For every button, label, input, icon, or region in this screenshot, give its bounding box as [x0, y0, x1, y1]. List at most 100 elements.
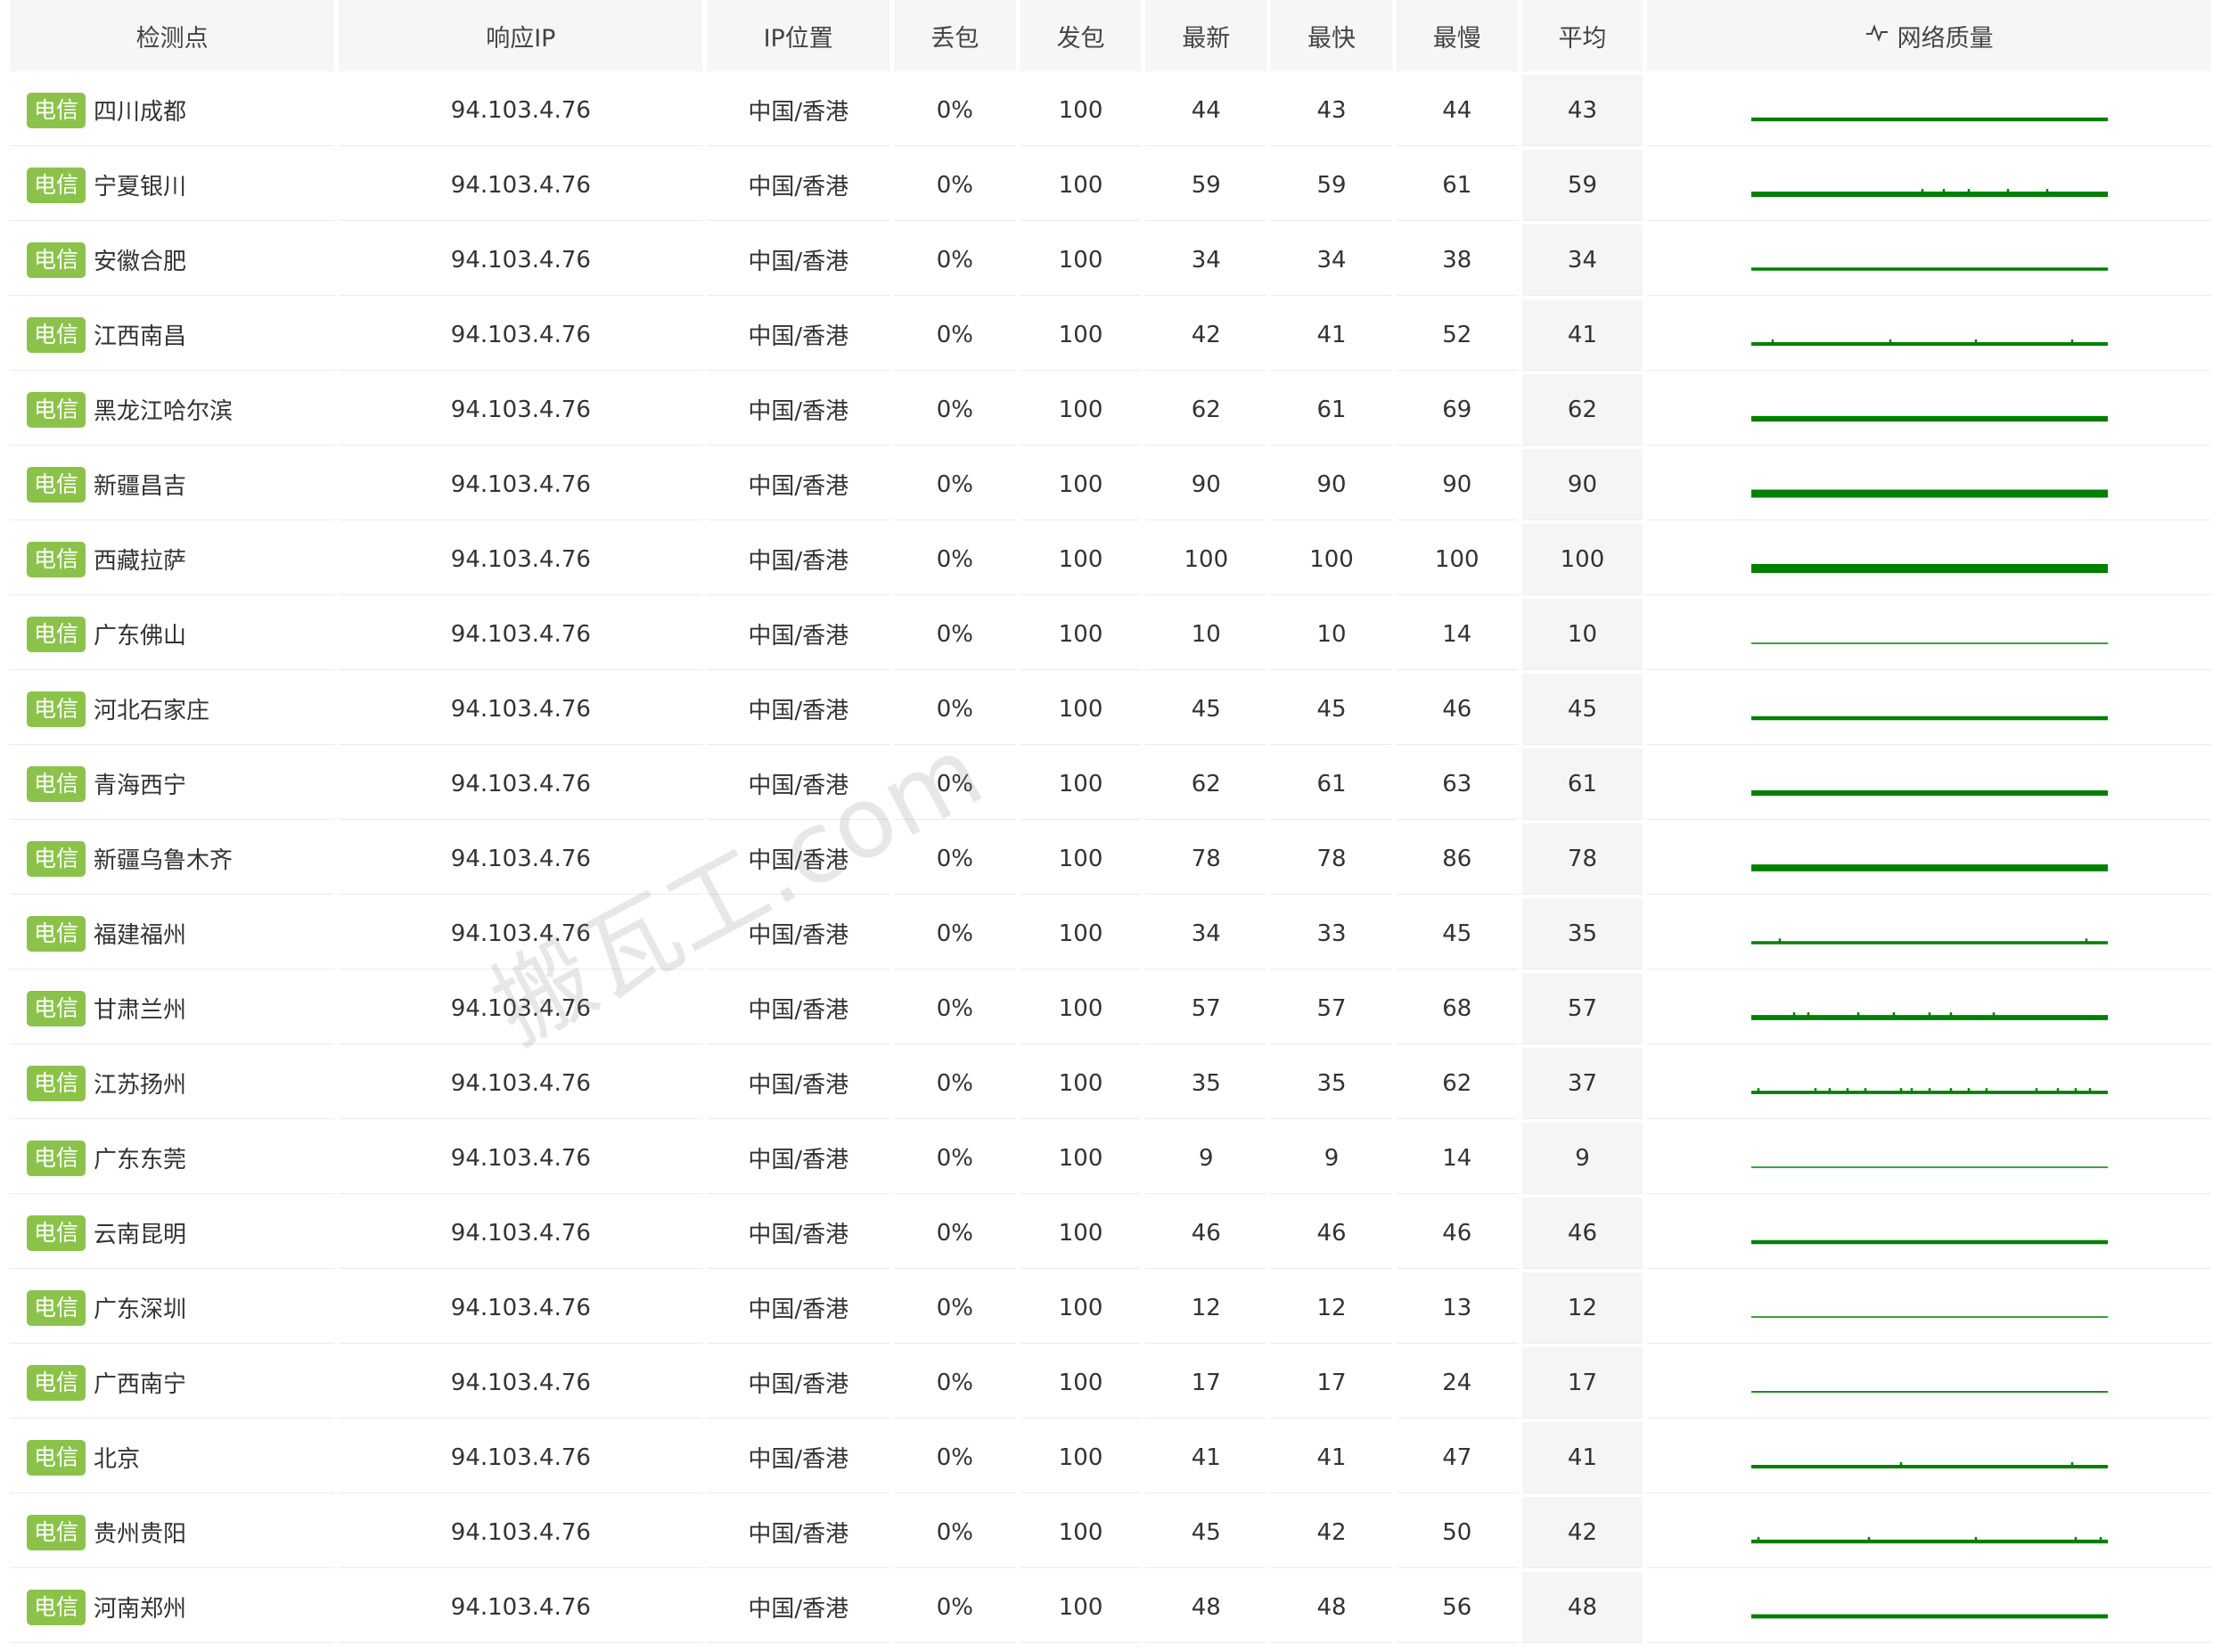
cell-average: 17 — [1521, 1347, 1643, 1419]
cell-ip: 94.103.4.76 — [339, 973, 703, 1044]
cell-slowest: 45 — [1396, 898, 1518, 969]
isp-badge: 电信 — [27, 167, 86, 203]
cell-average: 57 — [1521, 973, 1643, 1044]
cell-point: 电信 广东东莞 — [10, 1123, 335, 1194]
cell-loss: 0% — [894, 225, 1016, 296]
cell-quality — [1647, 75, 2212, 146]
table-row[interactable]: 电信 广东东莞 94.103.4.76 中国/香港 0% 100 9 9 14 9 — [10, 1123, 2212, 1198]
cell-average: 78 — [1521, 823, 1643, 895]
cell-location: 中国/香港 — [707, 748, 890, 820]
table-row[interactable]: 电信 广东佛山 94.103.4.76 中国/香港 0% 100 10 10 14 10 — [10, 599, 2212, 674]
cell-quality — [1647, 299, 2212, 371]
isp-badge: 电信 — [27, 1589, 86, 1625]
point-label: 广东深圳 — [94, 1296, 187, 1323]
quality-sparkline — [1750, 716, 2108, 720]
table-row[interactable]: 电信 河北石家庄 94.103.4.76 中国/香港 0% 100 45 45 46 45 — [10, 674, 2212, 748]
cell-loss: 0% — [894, 1198, 1016, 1269]
cell-average: 59 — [1521, 150, 1643, 221]
cell-loss: 0% — [894, 1497, 1016, 1568]
cell-slowest: 13 — [1396, 1272, 1518, 1344]
quality-sparkline — [1750, 863, 2108, 871]
table-row[interactable]: 电信 广西南宁 94.103.4.76 中国/香港 0% 100 17 17 24 17 — [10, 1347, 2212, 1422]
cell-ip: 94.103.4.76 — [339, 823, 703, 895]
cell-slowest: 46 — [1396, 674, 1518, 745]
quality-label: 网络质量 — [1897, 24, 1994, 53]
cell-location: 中国/香港 — [707, 374, 890, 446]
cell-fastest: 35 — [1271, 1048, 1392, 1119]
pulse-icon — [1865, 23, 1889, 48]
quality-sparkline — [1750, 1614, 2108, 1618]
isp-badge: 电信 — [27, 466, 86, 503]
table-row[interactable]: 电信 贵州贵阳 94.103.4.76 中国/香港 0% 100 45 42 50 42 — [10, 1497, 2212, 1572]
cell-average: 45 — [1521, 674, 1643, 745]
cell-sent: 100 — [1020, 1272, 1142, 1344]
point-label: 青海西宁 — [94, 773, 187, 799]
point-label: 西藏拉萨 — [94, 548, 187, 575]
cell-point: 电信 黑龙江哈尔滨 — [10, 374, 335, 446]
cell-location: 中国/香港 — [707, 1048, 890, 1119]
cell-point: 电信 贵州贵阳 — [10, 1497, 335, 1568]
cell-location: 中国/香港 — [707, 1198, 890, 1269]
cell-ip: 94.103.4.76 — [339, 1048, 703, 1119]
cell-loss: 0% — [894, 1272, 1016, 1344]
table-row[interactable]: 电信 安徽合肥 94.103.4.76 中国/香港 0% 100 34 34 38 34 — [10, 225, 2212, 299]
col-header-loss[interactable]: 丢包 — [893, 0, 1016, 71]
cell-loss: 0% — [894, 374, 1016, 446]
isp-badge: 电信 — [27, 1289, 86, 1326]
col-header-quality[interactable]: 网络质量 — [1647, 0, 2211, 71]
table-row[interactable]: 电信 甘肃兰州 94.103.4.76 中国/香港 0% 100 57 57 68 57 — [10, 973, 2212, 1048]
table-row[interactable]: 电信 江苏扬州 94.103.4.76 中国/香港 0% 100 35 35 62 37 — [10, 1048, 2212, 1123]
cell-fastest: 34 — [1271, 225, 1392, 296]
table-row[interactable]: 电信 宁夏银川 94.103.4.76 中国/香港 0% 100 59 59 61 59 — [10, 150, 2212, 225]
cell-point: 电信 西藏拉萨 — [10, 524, 335, 595]
cell-location: 中国/香港 — [707, 524, 890, 595]
col-header-sent[interactable]: 发包 — [1020, 0, 1142, 71]
cell-slowest: 50 — [1396, 1497, 1518, 1568]
cell-fastest: 61 — [1271, 374, 1392, 446]
cell-ip: 94.103.4.76 — [339, 1497, 703, 1568]
quality-sparkline — [1750, 1165, 2108, 1168]
col-header-latest[interactable]: 最新 — [1145, 0, 1267, 71]
cell-location: 中国/香港 — [707, 225, 890, 296]
cell-average: 90 — [1521, 449, 1643, 520]
col-header-fastest[interactable]: 最快 — [1271, 0, 1392, 71]
cell-fastest: 100 — [1271, 524, 1392, 595]
col-header-point[interactable]: 检测点 — [10, 0, 335, 71]
cell-fastest: 48 — [1271, 1572, 1392, 1643]
col-header-ip[interactable]: 响应IP — [339, 0, 703, 71]
col-header-average[interactable]: 平均 — [1521, 0, 1643, 71]
table-row[interactable]: 电信 新疆乌鲁木齐 94.103.4.76 中国/香港 0% 100 78 78 86 78 — [10, 823, 2212, 898]
cell-average: 37 — [1521, 1048, 1643, 1119]
isp-badge: 电信 — [27, 616, 86, 652]
table-row[interactable]: 电信 四川成都 94.103.4.76 中国/香港 0% 100 44 43 44 43 — [10, 75, 2212, 150]
cell-latest: 41 — [1145, 1422, 1267, 1493]
cell-location: 中国/香港 — [707, 973, 890, 1044]
table-row[interactable]: 电信 黑龙江哈尔滨 94.103.4.76 中国/香港 0% 100 62 61 69 62 — [10, 374, 2212, 449]
table-row[interactable]: 电信 云南昆明 94.103.4.76 中国/香港 0% 100 46 46 46 46 — [10, 1198, 2212, 1272]
cell-latest: 12 — [1145, 1272, 1267, 1344]
cell-sent: 100 — [1020, 823, 1142, 895]
table-row[interactable]: 电信 广东深圳 94.103.4.76 中国/香港 0% 100 12 12 13 12 — [10, 1272, 2212, 1347]
cell-loss: 0% — [894, 1422, 1016, 1493]
col-header-slowest[interactable]: 最慢 — [1396, 0, 1518, 71]
cell-ip: 94.103.4.76 — [339, 1347, 703, 1419]
table-row[interactable]: 电信 河南郑州 94.103.4.76 中国/香港 0% 100 48 48 56 48 — [10, 1572, 2212, 1647]
table-row[interactable]: 电信 青海西宁 94.103.4.76 中国/香港 0% 100 62 61 63 61 — [10, 748, 2212, 823]
table-row[interactable]: 电信 福建福州 94.103.4.76 中国/香港 0% 100 34 33 45 35 — [10, 898, 2212, 973]
table-row[interactable]: 电信 西藏拉萨 94.103.4.76 中国/香港 0% 100 100 100 100 100 — [10, 524, 2212, 599]
cell-ip: 94.103.4.76 — [339, 75, 703, 146]
cell-average: 41 — [1521, 1422, 1643, 1493]
table-row[interactable]: 电信 北京 94.103.4.76 中国/香港 0% 100 41 41 47 41 — [10, 1422, 2212, 1497]
cell-slowest: 56 — [1396, 1572, 1518, 1643]
cell-point: 电信 福建福州 — [10, 898, 335, 969]
quality-sparkline — [1750, 339, 2108, 346]
col-header-location[interactable]: IP位置 — [707, 0, 889, 71]
cell-average: 34 — [1521, 225, 1643, 296]
point-label: 福建福州 — [94, 922, 187, 949]
isp-badge: 电信 — [27, 241, 86, 278]
cell-point: 电信 宁夏银川 — [10, 150, 335, 221]
table-row[interactable]: 电信 江西南昌 94.103.4.76 中国/香港 0% 100 42 41 52 41 — [10, 299, 2212, 374]
table-row[interactable]: 电信 新疆昌吉 94.103.4.76 中国/香港 0% 100 90 90 90 90 — [10, 449, 2212, 524]
isp-badge: 电信 — [27, 1214, 86, 1251]
cell-quality — [1647, 1497, 2212, 1568]
